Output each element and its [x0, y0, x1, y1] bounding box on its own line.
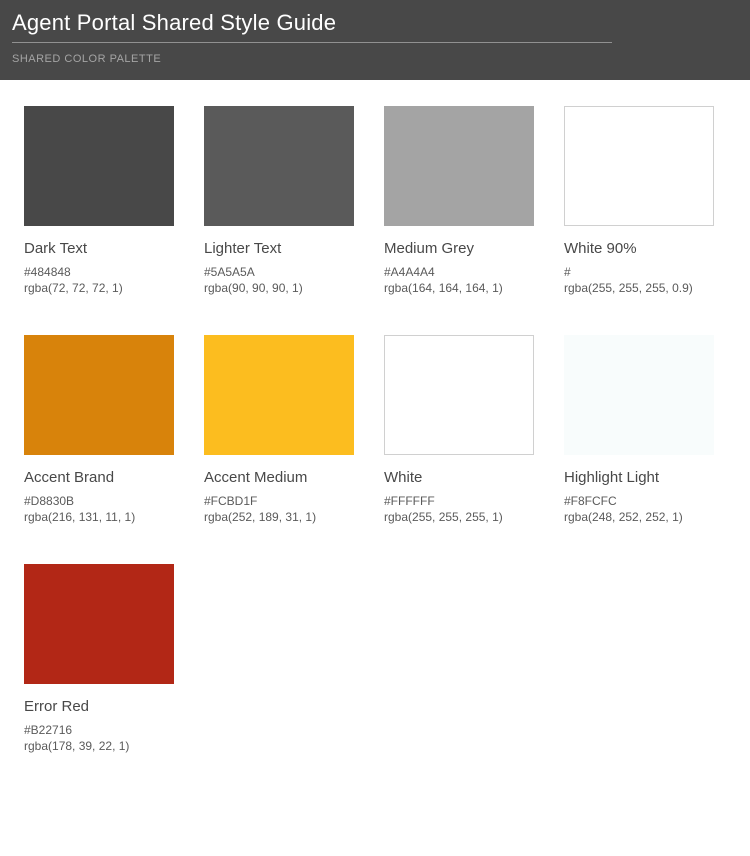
color-swatch-box — [24, 335, 174, 455]
swatch-rgba-value: rgba(252, 189, 31, 1) — [204, 510, 354, 524]
color-swatch-box — [384, 335, 534, 455]
color-swatch-box — [384, 106, 534, 226]
color-swatch-box — [24, 564, 174, 684]
color-swatch-card: White #FFFFFF rgba(255, 255, 255, 1) — [384, 335, 534, 524]
color-swatch-card: Error Red #B22716 rgba(178, 39, 22, 1) — [24, 564, 174, 753]
swatch-name-label: Dark Text — [24, 240, 174, 257]
swatch-hex-value: #F8FCFC — [564, 494, 714, 508]
swatch-name-label: Error Red — [24, 698, 174, 715]
color-swatch-card: Accent Medium #FCBD1F rgba(252, 189, 31, 1… — [204, 335, 354, 524]
swatch-name-label: Highlight Light — [564, 469, 714, 486]
color-swatch-card: Medium Grey #A4A4A4 rgba(164, 164, 164, 1) — [384, 106, 534, 295]
swatch-hex-value: #5A5A5A — [204, 265, 354, 279]
color-swatch-grid: Dark Text #484848 rgba(72, 72, 72, 1) Light… — [0, 80, 750, 779]
swatch-name-label: Lighter Text — [204, 240, 354, 257]
color-swatch-box — [24, 106, 174, 226]
swatch-name-label: White — [384, 469, 534, 486]
color-swatch-card: Highlight Light #F8FCFC rgba(248, 252, 252… — [564, 335, 714, 524]
swatch-rgba-value: rgba(90, 90, 90, 1) — [204, 281, 354, 295]
color-swatch-card: Dark Text #484848 rgba(72, 72, 72, 1) — [24, 106, 174, 295]
swatch-name-label: Accent Brand — [24, 469, 174, 486]
color-swatch-box — [564, 335, 714, 455]
swatch-hex-value: #B22716 — [24, 723, 174, 737]
swatch-name-label: White 90% — [564, 240, 714, 257]
color-swatch-box — [564, 106, 714, 226]
color-swatch-box — [204, 106, 354, 226]
section-label: Shared Color Palette — [12, 53, 738, 65]
swatch-hex-value: #484848 — [24, 265, 174, 279]
swatch-hex-value: #D8830B — [24, 494, 174, 508]
page-header: Agent Portal Shared Style Guide Shared C… — [0, 0, 750, 80]
swatch-rgba-value: rgba(216, 131, 11, 1) — [24, 510, 174, 524]
swatch-name-label: Medium Grey — [384, 240, 534, 257]
swatch-rgba-value: rgba(164, 164, 164, 1) — [384, 281, 534, 295]
color-swatch-card: Accent Brand #D8830B rgba(216, 131, 11, 1) — [24, 335, 174, 524]
swatch-name-label: Accent Medium — [204, 469, 354, 486]
swatch-hex-value: #FCBD1F — [204, 494, 354, 508]
color-swatch-card: Lighter Text #5A5A5A rgba(90, 90, 90, 1) — [204, 106, 354, 295]
swatch-hex-value: #A4A4A4 — [384, 265, 534, 279]
swatch-rgba-value: rgba(255, 255, 255, 0.9) — [564, 281, 714, 295]
color-swatch-card: White 90% # rgba(255, 255, 255, 0.9) — [564, 106, 714, 295]
swatch-rgba-value: rgba(178, 39, 22, 1) — [24, 739, 174, 753]
swatch-rgba-value: rgba(248, 252, 252, 1) — [564, 510, 714, 524]
swatch-rgba-value: rgba(72, 72, 72, 1) — [24, 281, 174, 295]
swatch-hex-value: #FFFFFF — [384, 494, 534, 508]
color-swatch-box — [204, 335, 354, 455]
page-title: Agent Portal Shared Style Guide — [12, 10, 612, 43]
swatch-rgba-value: rgba(255, 255, 255, 1) — [384, 510, 534, 524]
swatch-hex-value: # — [564, 265, 714, 279]
